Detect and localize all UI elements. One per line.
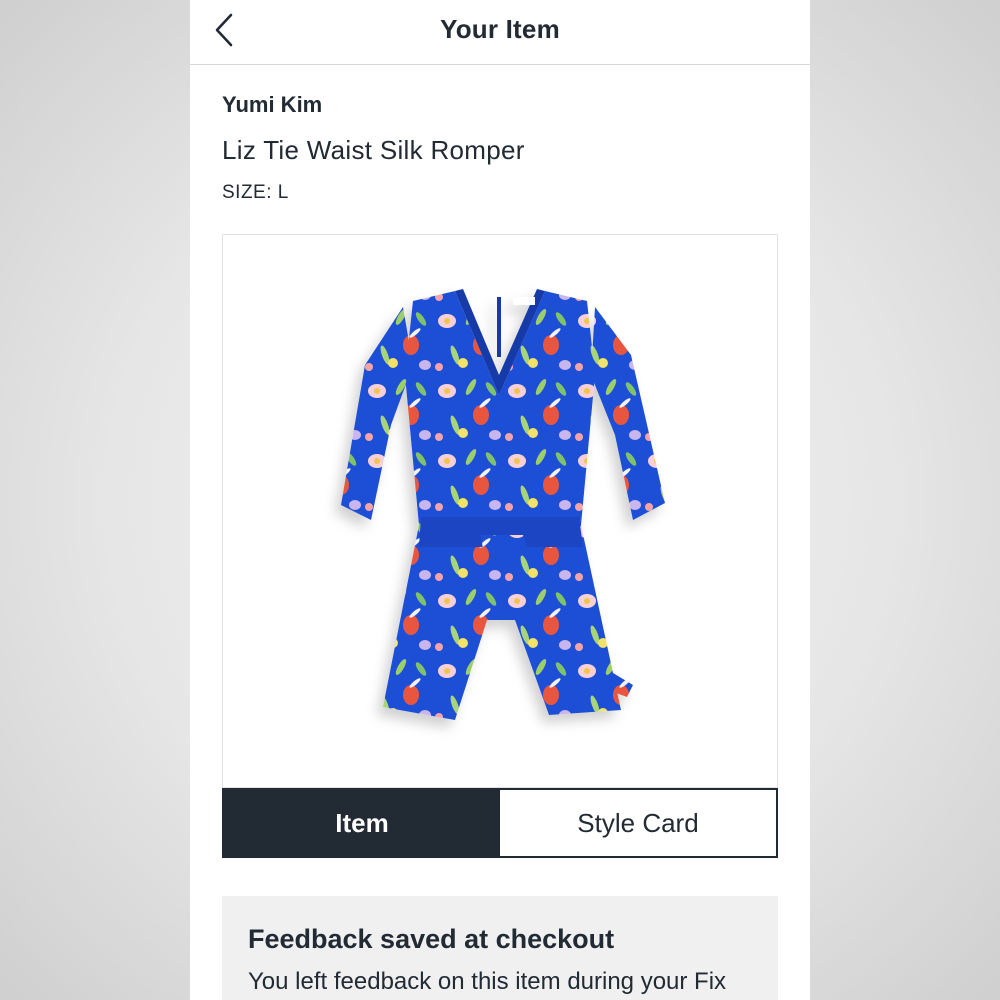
brand-name: Yumi Kim: [222, 92, 323, 117]
top-navigation-bar: Your Item: [190, 0, 810, 65]
view-toggle: Item Style Card: [222, 788, 778, 858]
product-name: Liz Tie Waist Silk Romper: [222, 135, 525, 165]
feedback-body: You left feedback on this item during yo…: [248, 968, 727, 995]
tab-item[interactable]: Item: [224, 790, 500, 856]
app-screen: Your Item Yumi Kim Liz Tie Waist Silk Ro…: [190, 0, 810, 1000]
feedback-card: Feedback saved at checkout You left feed…: [222, 896, 778, 1000]
floral-romper-image: [341, 289, 665, 720]
product-image-frame[interactable]: [222, 234, 778, 788]
product-size: SIZE: L: [222, 182, 289, 203]
page-title: Your Item: [440, 14, 560, 44]
feedback-title: Feedback saved at checkout: [248, 924, 615, 954]
tab-style-card[interactable]: Style Card: [500, 790, 776, 856]
